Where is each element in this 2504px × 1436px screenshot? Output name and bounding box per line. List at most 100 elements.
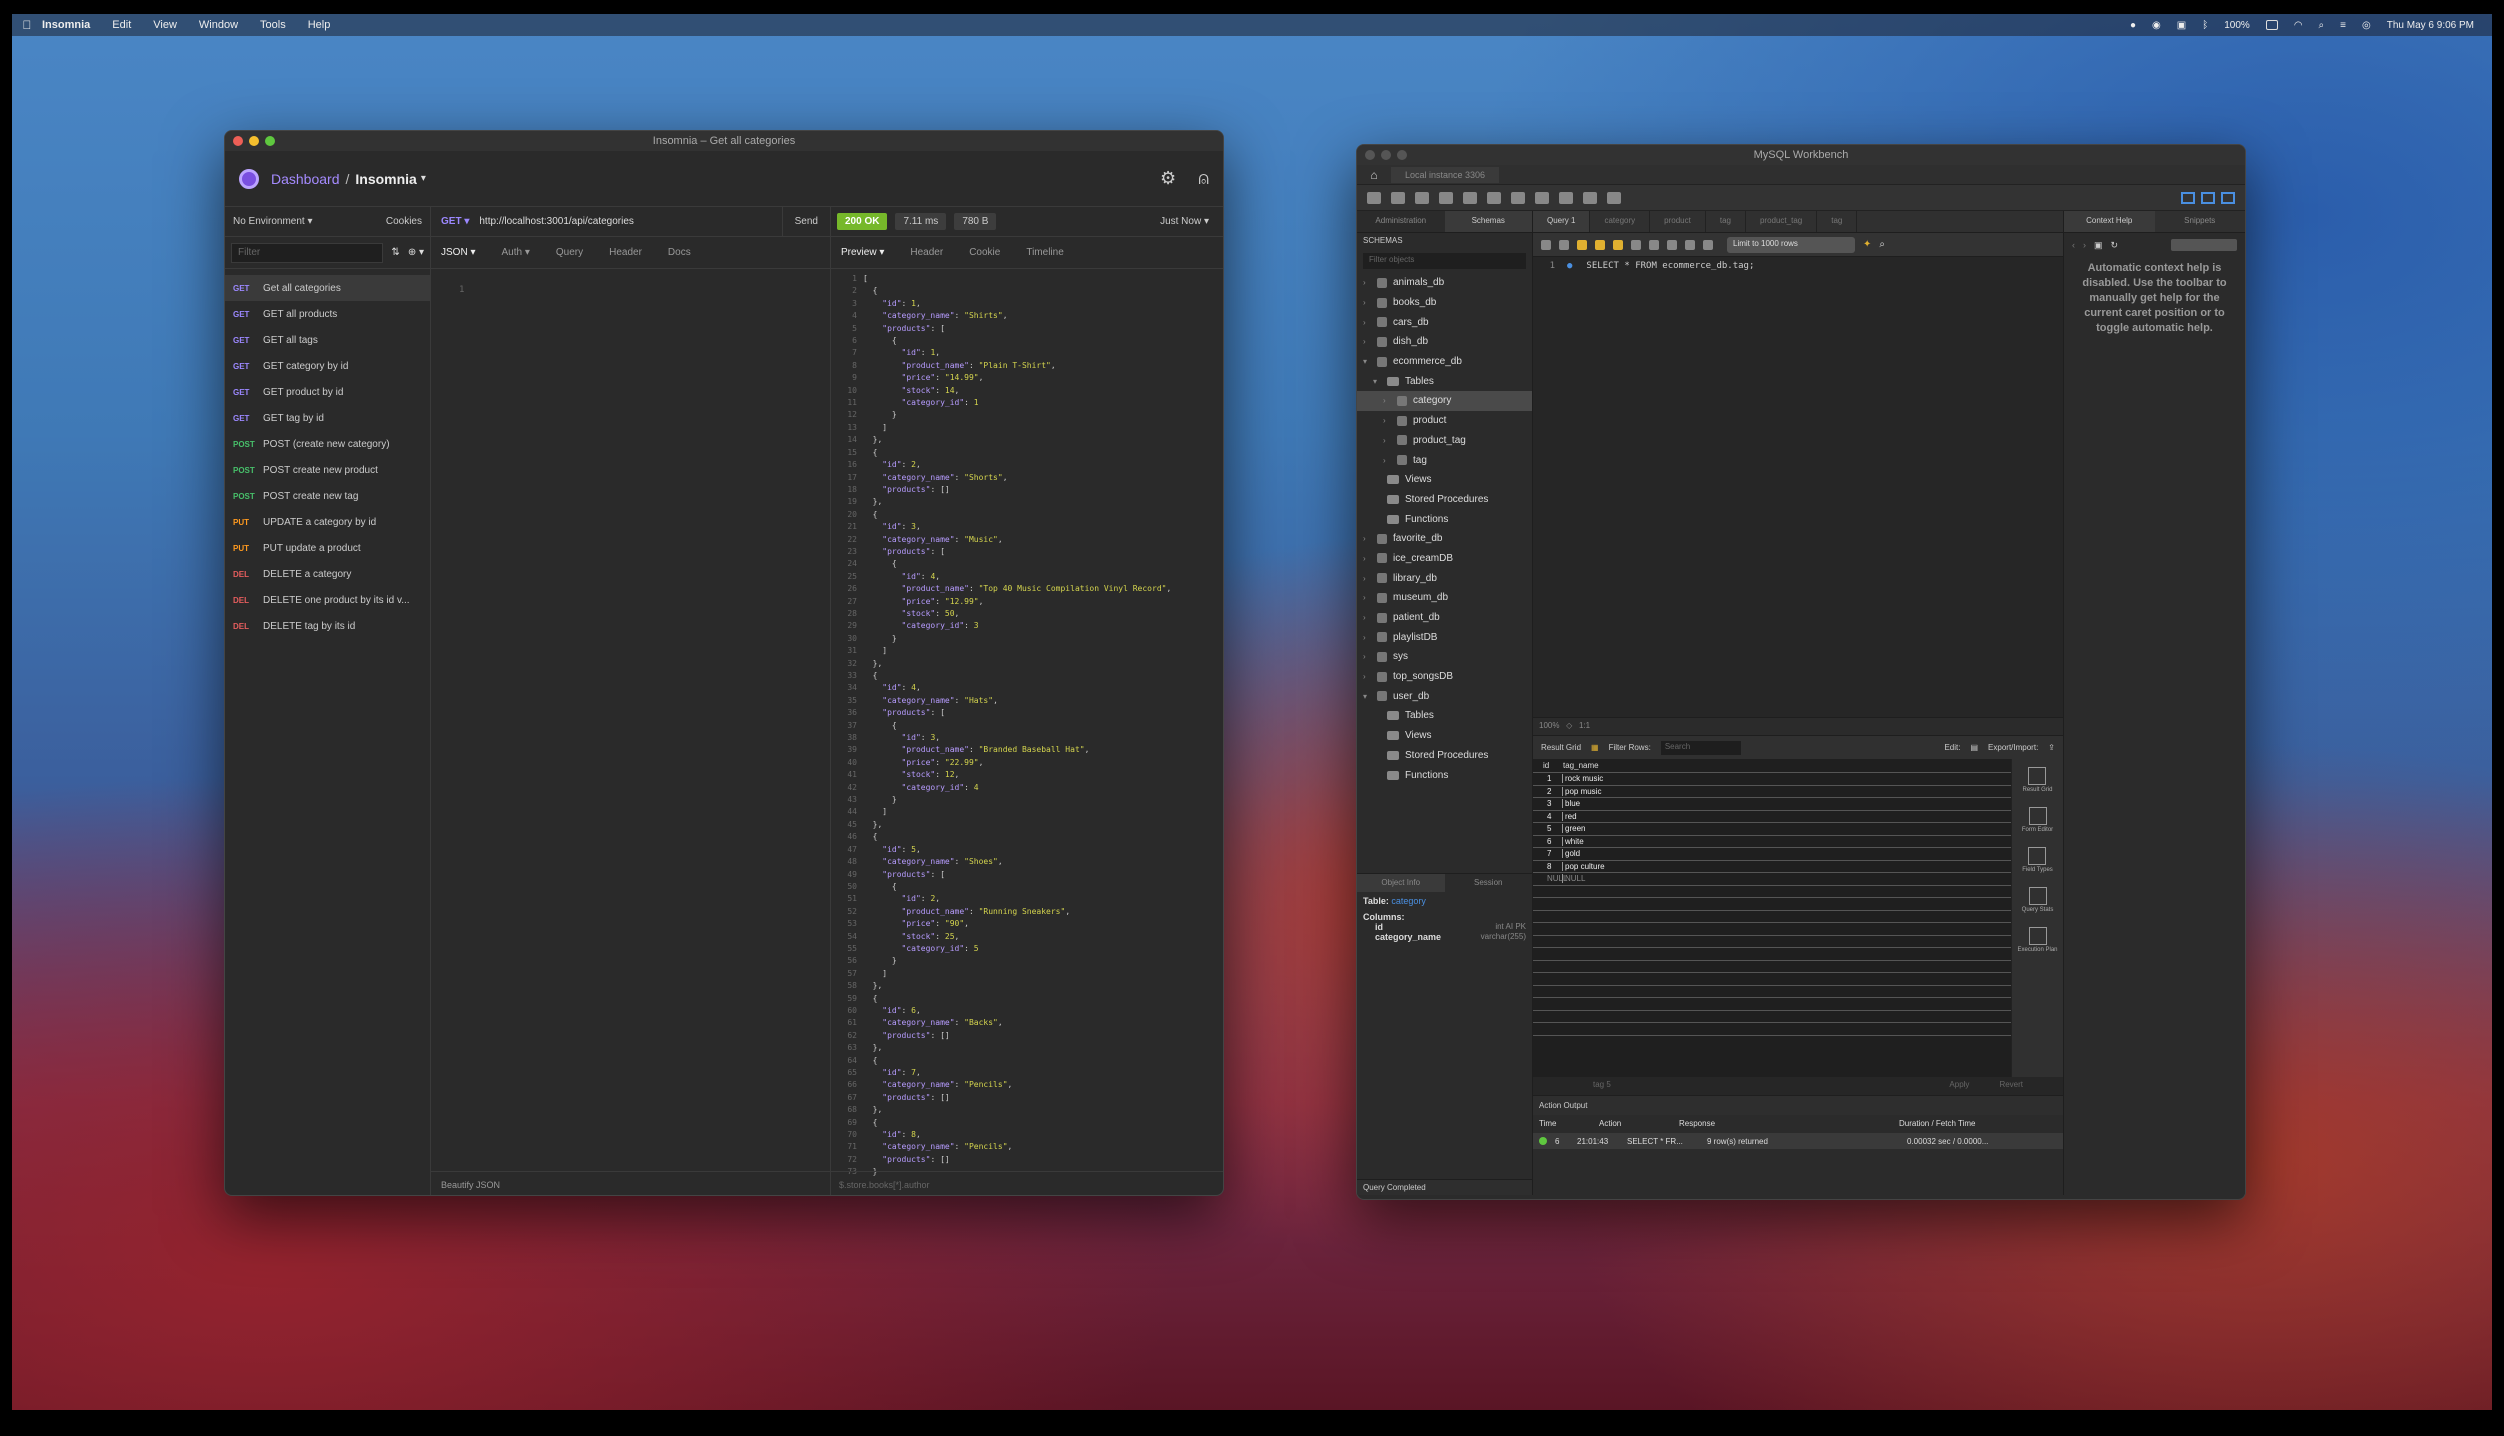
cell-tag-name[interactable]: green (1563, 824, 1585, 833)
query-tab[interactable]: Query 1 (1533, 211, 1591, 232)
schema-tree-item[interactable]: Functions (1357, 765, 1532, 785)
tab-session[interactable]: Session (1445, 874, 1533, 892)
close-button[interactable] (1365, 150, 1375, 160)
chevron-right-icon[interactable]: › (1363, 278, 1371, 287)
schema-tree-item[interactable]: › category (1357, 391, 1532, 411)
schema-tree-item[interactable]: › product_tag (1357, 431, 1532, 451)
control-center-icon[interactable]: ≡ (2340, 20, 2346, 31)
record-icon[interactable]: ● (2130, 20, 2136, 31)
schema-tree-item[interactable]: ▾ Tables (1357, 371, 1532, 391)
apple-icon[interactable]:  (12, 18, 42, 32)
cell-id[interactable]: 6 (1533, 836, 1563, 846)
table-row[interactable]: 4 red (1533, 811, 2063, 823)
export-icon[interactable]: ⇪ (2048, 743, 2055, 752)
schema-tree-item[interactable]: Views (1357, 726, 1532, 746)
schema-tree-item[interactable]: › tag (1357, 450, 1532, 470)
connection-tab[interactable]: Local instance 3306 (1391, 166, 1500, 183)
zoom-button[interactable] (265, 136, 275, 146)
request-item[interactable]: GET Get all categories (225, 275, 430, 301)
refresh-icon[interactable]: ↻ (2111, 240, 2119, 251)
request-item[interactable]: PUT PUT update a product (225, 535, 430, 561)
schema-tree-item[interactable]: › ice_creamDB (1357, 549, 1532, 569)
create-schema-icon[interactable] (1463, 191, 1477, 204)
request-item[interactable]: DEL DELETE tag by its id (225, 613, 430, 639)
autocommit-icon[interactable] (1703, 239, 1713, 250)
toggle-secondary-icon[interactable] (2221, 191, 2235, 204)
url-input[interactable]: http://localhost:3001/api/categories (479, 216, 781, 227)
tab-preview[interactable]: Preview ▾ (841, 247, 884, 258)
chevron-right-icon[interactable]: › (1363, 318, 1371, 327)
wallet-icon[interactable]: ▣ (2177, 20, 2186, 31)
breadcrumb-dashboard[interactable]: Dashboard (271, 171, 340, 187)
open-sql-icon[interactable] (1391, 191, 1405, 204)
tab-snippets[interactable]: Snippets (2155, 211, 2246, 232)
create-procedure-icon[interactable] (1535, 191, 1549, 204)
schema-tree-item[interactable]: › museum_db (1357, 588, 1532, 608)
cell-tag-name[interactable]: blue (1563, 799, 1580, 808)
focus-icon[interactable]: ◉ (2152, 20, 2161, 31)
workbench-titlebar[interactable]: MySQL Workbench (1357, 145, 2245, 165)
request-item[interactable]: POST POST (create new category) (225, 431, 430, 457)
schema-tree-item[interactable]: › dish_db (1357, 332, 1532, 352)
result-view-button[interactable]: Execution Plan (2017, 927, 2058, 953)
tab-administration[interactable]: Administration (1357, 211, 1445, 232)
schema-tree-item[interactable]: Tables (1357, 706, 1532, 726)
result-view-button[interactable]: Result Grid (2022, 767, 2053, 793)
cell-tag-name[interactable]: NULL (1563, 874, 1585, 883)
zoom-level[interactable]: 100% (1539, 721, 1559, 730)
apply-button[interactable]: Apply (1949, 1080, 1969, 1092)
bluetooth-icon[interactable]: ᛒ (2202, 20, 2208, 31)
cell-id[interactable]: 4 (1533, 811, 1563, 821)
limit-rows-select[interactable]: Limit to 1000 rows (1727, 236, 1855, 253)
table-row[interactable]: 7 gold (1533, 848, 2063, 861)
table-row[interactable]: 8 pop culture (1533, 861, 2063, 873)
cookies-button[interactable]: Cookies (386, 216, 422, 227)
reconnect-icon[interactable] (1607, 191, 1621, 204)
schema-tree-item[interactable]: › patient_db (1357, 608, 1532, 628)
schema-tree-item[interactable]: › cars_db (1357, 312, 1532, 332)
toggle-sidebar-icon[interactable] (2181, 191, 2195, 204)
commit-icon[interactable] (1667, 239, 1677, 250)
cell-id[interactable]: 7 (1533, 849, 1563, 859)
schema-filter-input[interactable]: Filter objects (1363, 253, 1526, 269)
request-item[interactable]: POST POST create new tag (225, 483, 430, 509)
cell-tag-name[interactable]: gold (1563, 849, 1580, 858)
explain-icon[interactable] (1613, 239, 1623, 250)
toggle-error-icon[interactable] (1649, 239, 1659, 250)
chevron-down-icon[interactable]: ▾ (1373, 377, 1381, 386)
menu-window[interactable]: Window (199, 19, 238, 31)
tab-query[interactable]: Query (556, 247, 583, 258)
tab-header[interactable]: Header (609, 247, 642, 258)
menu-app[interactable]: Insomnia (42, 19, 90, 31)
add-request-icon[interactable]: ⊕ ▾ (408, 247, 424, 258)
schema-tree-item[interactable]: › animals_db (1357, 273, 1532, 293)
filter-input[interactable]: Filter (231, 242, 384, 263)
chevron-right-icon[interactable]: › (1383, 436, 1391, 445)
result-view-button[interactable]: Query Stats (2022, 887, 2053, 913)
request-item[interactable]: GET GET product by id (225, 379, 430, 405)
insomnia-titlebar[interactable]: Insomnia – Get all categories (225, 131, 1223, 151)
cell-id[interactable]: 3 (1533, 799, 1563, 809)
schema-tree-item[interactable]: Stored Procedures (1357, 746, 1532, 766)
chevron-right-icon[interactable]: › (1363, 574, 1371, 583)
schema-tree-item[interactable]: ▾ ecommerce_db (1357, 352, 1532, 372)
jsonpath-filter[interactable]: $.store.books[*].author (831, 1171, 1223, 1195)
query-tab[interactable]: product_tag (1746, 211, 1818, 232)
siri-icon[interactable]: ◎ (2362, 20, 2371, 31)
schema-tree-item[interactable]: Functions (1357, 509, 1532, 529)
spotlight-icon[interactable]: ⌕ (2319, 20, 2325, 31)
request-item[interactable]: GET GET all products (225, 301, 430, 327)
environment-select[interactable]: No Environment ▾ (233, 216, 313, 227)
tab-cookie[interactable]: Cookie (969, 247, 1000, 258)
chevron-right-icon[interactable]: › (1363, 337, 1371, 346)
home-icon[interactable]: ⌂ (1357, 168, 1391, 182)
minimize-button[interactable] (249, 136, 259, 146)
action-log-row[interactable]: 6 21:01:43 SELECT * FR... 9 row(s) retur… (1533, 1133, 2063, 1149)
close-button[interactable] (233, 136, 243, 146)
cell-tag-name[interactable]: pop culture (1563, 862, 1605, 871)
chevron-right-icon[interactable]: › (1363, 554, 1371, 563)
battery-icon[interactable] (2265, 20, 2278, 30)
tab-resp-header[interactable]: Header (910, 247, 943, 258)
revert-button[interactable]: Revert (1999, 1080, 2023, 1092)
tab-timeline[interactable]: Timeline (1026, 247, 1063, 258)
